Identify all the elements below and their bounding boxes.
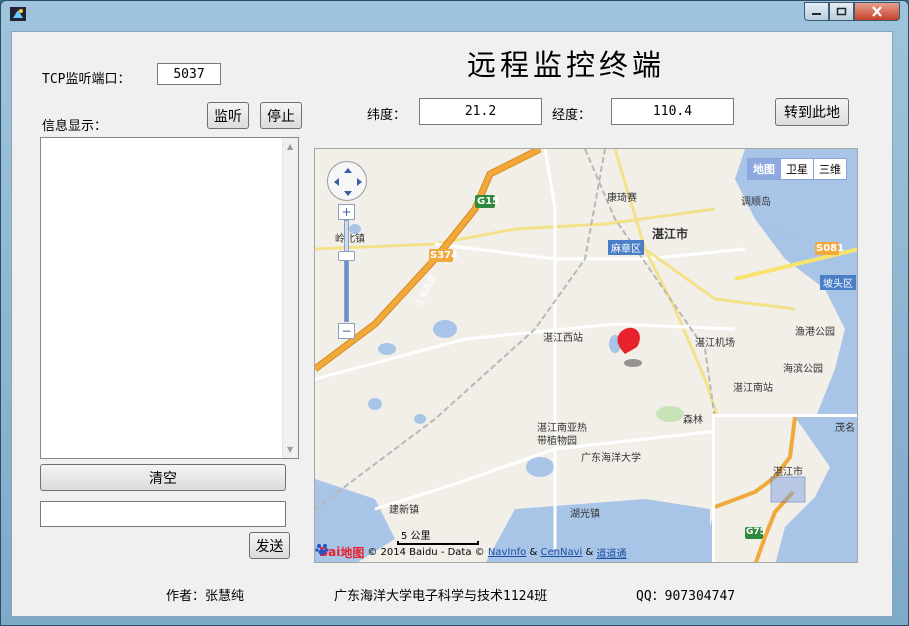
goto-location-button[interactable]: 转到此地 <box>775 98 849 126</box>
port-input[interactable]: 5037 <box>157 63 221 85</box>
client-area: TCP监听端口： 5037 远程监控终端 信息显示： 监听 停止 纬度： 21.… <box>11 31 893 617</box>
place-potou: 坡头区 <box>820 275 856 290</box>
place-nanzhan: 湛江南站 <box>733 383 773 394</box>
message-display[interactable]: ▲ ▼ <box>40 137 299 459</box>
place-huguang: 湖光镇 <box>570 509 600 520</box>
zoom-in-button[interactable]: + <box>338 204 355 220</box>
place-haibin: 海滨公园 <box>783 364 823 375</box>
pan-control[interactable] <box>327 161 367 201</box>
listen-button[interactable]: 监听 <box>207 102 249 129</box>
overview-place-maoming: 茂名 <box>835 423 855 434</box>
place-jianxin: 建新镇 <box>389 505 419 516</box>
clear-button[interactable]: 清空 <box>40 464 286 491</box>
map-copyright: Bai 地图 © 2014 Baidu - Data © NavInfo & C… <box>315 542 626 562</box>
map-type-3d[interactable]: 三维 <box>813 159 846 179</box>
longitude-label: 经度： <box>552 108 592 123</box>
place-botanic-line2: 带植物园 <box>537 436 577 447</box>
send-text-input[interactable] <box>40 501 286 527</box>
map-type-switcher: 地图 卫星 三维 <box>747 158 847 180</box>
road-label-g15: G15 <box>477 196 500 207</box>
maximize-button[interactable] <box>829 2 854 21</box>
place-kangqisai: 康琦赛 <box>607 193 637 204</box>
place-tiaoshun: 调顺岛 <box>741 197 771 208</box>
road-label-s081: S081 <box>816 243 845 254</box>
minimize-button[interactable] <box>804 2 829 21</box>
overview-map[interactable]: 茂名 湛江市 G75 <box>712 414 857 562</box>
overview-place-zhanjiang: 湛江市 <box>773 467 803 478</box>
place-yugang: 渔港公园 <box>795 327 835 338</box>
copyright-link-cennavi[interactable]: CenNavi <box>540 547 582 558</box>
zoom-control: + − <box>338 204 356 344</box>
info-label: 信息显示： <box>42 119 108 134</box>
map-type-map[interactable]: 地图 <box>748 159 780 179</box>
zoom-out-button[interactable]: − <box>338 323 355 339</box>
page-title: 远程监控终端 <box>467 48 666 82</box>
zoom-slider-knob[interactable] <box>338 251 355 261</box>
close-button[interactable] <box>854 2 900 21</box>
place-mazhang: 麻章区 <box>608 240 644 255</box>
send-button[interactable]: 发送 <box>249 532 290 559</box>
latitude-label: 纬度： <box>367 108 407 123</box>
zoom-slider[interactable] <box>344 220 349 322</box>
baidu-logo[interactable]: Bai 地图 <box>315 544 364 561</box>
road-label-s374: S374 <box>430 250 459 261</box>
longitude-input[interactable]: 110.4 <box>611 98 734 125</box>
app-window: TCP监听端口： 5037 远程监控终端 信息显示： 监听 停止 纬度： 21.… <box>0 0 909 626</box>
copyright-amp-1: & <box>529 546 538 558</box>
place-xizhan: 湛江西站 <box>543 333 583 344</box>
school-label: 广东海洋大学电子科学与技术1124班 <box>334 589 548 604</box>
copyright-text: © 2014 Baidu - Data © <box>367 546 485 558</box>
place-zhanjiang: 湛江市 <box>652 227 689 241</box>
location-marker[interactable] <box>617 327 640 354</box>
scroll-down-icon[interactable]: ▼ <box>287 445 293 454</box>
author-label: 作者：张慧纯 <box>166 589 245 604</box>
app-icon <box>9 6 27 22</box>
copyright-link-navinfo[interactable]: NavInfo <box>488 547 526 558</box>
copyright-amp-2: & <box>585 546 594 558</box>
place-gdou: 广东海洋大学 <box>581 453 641 464</box>
place-jichang: 湛江机场 <box>695 338 735 349</box>
baidu-paw-icon <box>315 544 329 555</box>
overview-road-g75: G75 <box>746 527 766 537</box>
baidu-map[interactable]: G15 S374 S081 沈海高速 康琦赛 调顺岛 湛江市 麻章区 岭北镇 坡… <box>314 148 858 563</box>
stop-button[interactable]: 停止 <box>260 102 302 129</box>
map-scale-label: 5 公里 <box>401 531 431 542</box>
qq-label: QQ：907304747 <box>636 589 736 604</box>
title-bar[interactable] <box>1 1 908 29</box>
message-scrollbar[interactable]: ▲ ▼ <box>282 138 298 458</box>
latitude-input[interactable]: 21.2 <box>419 98 542 125</box>
copyright-link-daodaotong[interactable]: 道道通 <box>596 545 626 560</box>
scroll-up-icon[interactable]: ▲ <box>287 142 293 151</box>
port-label: TCP监听端口： <box>42 72 131 87</box>
map-type-satellite[interactable]: 卫星 <box>780 159 813 179</box>
place-senlin: 森林 <box>683 415 703 426</box>
